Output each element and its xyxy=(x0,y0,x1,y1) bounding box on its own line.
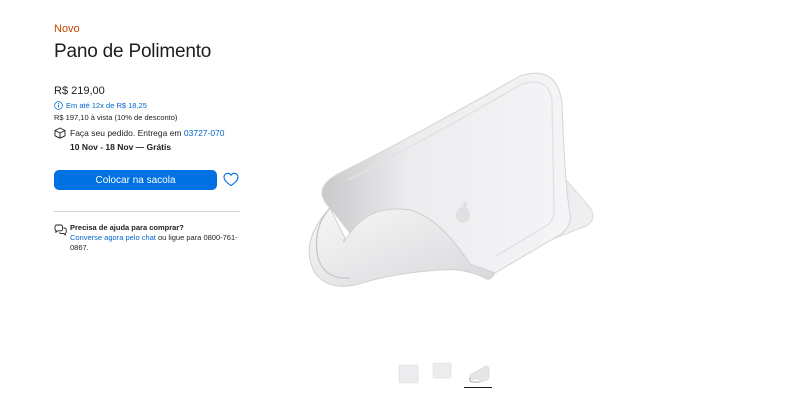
installments-text: Em até 12x de R$ 18,25 xyxy=(66,101,147,110)
help-rest: ou ligue para xyxy=(157,233,202,242)
thumbnail-3[interactable] xyxy=(467,362,491,386)
info-icon xyxy=(54,101,63,110)
chat-icon xyxy=(54,224,67,236)
add-to-bag-button[interactable]: Colocar na sacola xyxy=(54,170,217,190)
product-info: Novo Pano de Polimento R$ 219,00 Em até … xyxy=(54,22,244,123)
active-thumbnail-indicator xyxy=(464,387,492,388)
installments-link[interactable]: Em até 12x de R$ 18,25 xyxy=(54,100,244,111)
help-section: Precisa de ajuda para comprar? Converse … xyxy=(54,223,240,253)
delivery-dates: 10 Nov - 18 Nov — Grátis xyxy=(70,142,172,152)
thumbnail-strip xyxy=(0,358,800,398)
chat-link[interactable]: Converse agora pelo chat xyxy=(70,233,156,242)
thumbnail-1[interactable] xyxy=(397,362,421,386)
help-text: Precisa de ajuda para comprar? Converse … xyxy=(70,223,240,253)
product-image xyxy=(308,72,594,287)
zip-code-link[interactable]: 03727-070 xyxy=(184,128,225,138)
thumbnail-2[interactable] xyxy=(431,360,455,384)
divider xyxy=(54,211,240,212)
heart-icon[interactable] xyxy=(223,172,239,187)
page-title: Pano de Polimento xyxy=(54,41,212,62)
new-badge: Novo xyxy=(54,23,80,35)
product-page: Novo Pano de Polimento R$ 219,00 Em até … xyxy=(0,0,800,414)
cash-price: R$ 197,10 à vista (10% de desconto) xyxy=(54,113,178,122)
delivery-text: Faça seu pedido. Entrega em 03727-070 10… xyxy=(70,127,225,153)
delivery-prefix: Faça seu pedido. Entrega em xyxy=(70,128,182,138)
price: R$ 219,00 xyxy=(54,85,105,97)
box-icon xyxy=(54,127,66,139)
help-title: Precisa de ajuda para comprar? xyxy=(70,223,184,232)
delivery-info: Faça seu pedido. Entrega em 03727-070 10… xyxy=(54,127,225,153)
